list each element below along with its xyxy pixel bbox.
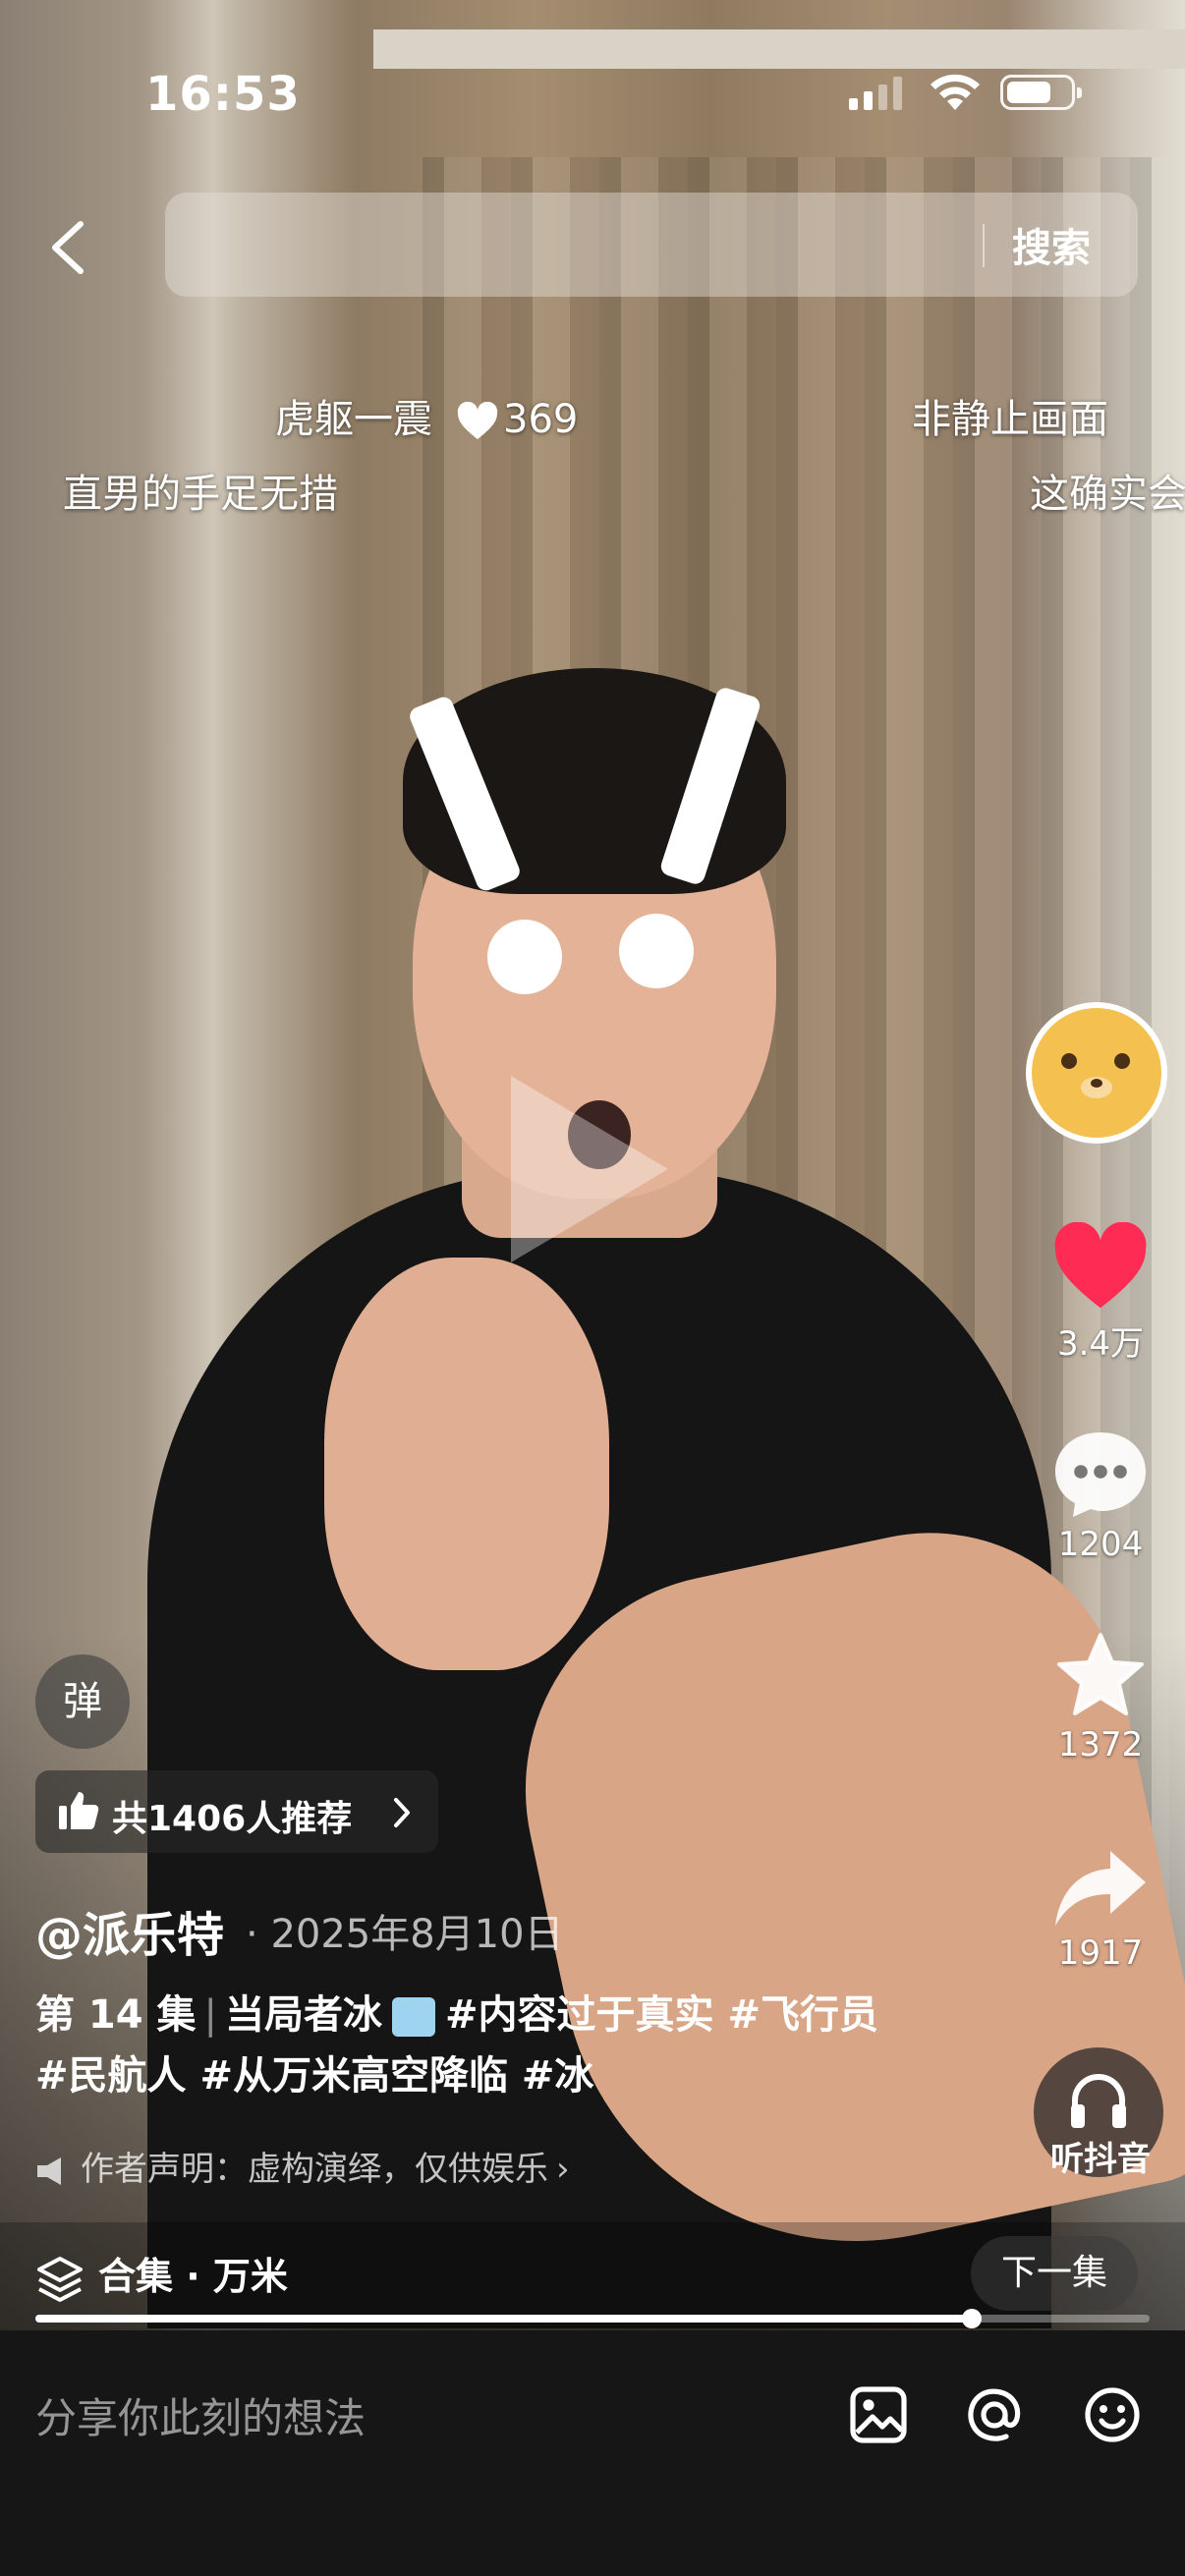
avatar-bear-face — [1032, 1008, 1161, 1138]
progress-fill — [35, 2315, 972, 2323]
like-button[interactable]: 3.4万 — [1022, 1221, 1179, 1365]
wifi-icon — [931, 74, 980, 110]
thumbs-up-icon — [59, 1792, 99, 1829]
ice-cube-icon — [392, 1997, 435, 2037]
recommend-pill[interactable]: 共1406人推荐 — [35, 1770, 438, 1853]
danmaku-text: 虎躯一震 — [275, 397, 432, 442]
search-input[interactable] — [165, 193, 1138, 297]
favorite-count: 1372 — [1057, 1725, 1144, 1764]
chevron-right-icon — [394, 1798, 410, 1827]
search-button[interactable]: 搜索 — [1012, 216, 1091, 273]
author-avatar[interactable] — [1026, 1002, 1167, 1144]
image-icon[interactable] — [849, 2385, 908, 2444]
comment-button[interactable]: 1204 — [1022, 1427, 1179, 1564]
post-date: · 2025年8月10日 — [246, 1912, 564, 1957]
recommend-text: 共1406人推荐 — [112, 1799, 353, 1839]
listen-label: 听抖音 — [1050, 2140, 1151, 2179]
author-declaration[interactable]: 作者声明：虚构演绎，仅供娱乐 › — [35, 2142, 570, 2190]
favorite-button[interactable]: 1372 — [1022, 1631, 1179, 1764]
comment-count: 1204 — [1057, 1525, 1144, 1564]
comment-bar — [0, 2330, 1185, 2576]
post-caption[interactable]: 第 14 集 | 当局者冰 #内容过于真实 #飞行员 #民航人 #从万米高空降临 #冰 — [35, 1985, 920, 2106]
author-name[interactable]: @派乐特 — [35, 1896, 224, 1965]
like-count: 3.4万 — [1056, 1324, 1145, 1364]
episode-label: 第 14 集 — [35, 1992, 197, 2038]
danmaku-comment: 非静止画面 — [912, 387, 1108, 444]
share-arrow-icon — [1055, 1851, 1146, 1926]
comment-icon — [1055, 1432, 1146, 1517]
status-time: 16:53 — [145, 67, 301, 122]
danmaku-comment: 这确实会 — [1030, 462, 1185, 519]
danmaku-text: 非静止画面 — [912, 397, 1108, 442]
video-frame[interactable] — [0, 0, 1185, 2330]
heart-icon — [457, 402, 498, 439]
danmaku-text: 这确实会 — [1030, 472, 1185, 517]
danmaku-toggle-button[interactable]: 弹 — [35, 1654, 130, 1749]
layers-icon — [37, 2256, 83, 2302]
headphones-icon — [1071, 2074, 1126, 2128]
search-divider — [983, 224, 985, 267]
declaration-text: 作者声明：虚构演绎，仅供娱乐 — [81, 2150, 548, 2189]
window-frame — [373, 29, 1185, 69]
share-button[interactable]: 1917 — [1022, 1847, 1179, 1973]
caption-separator: | — [203, 1992, 217, 2038]
megaphone-icon — [37, 2156, 61, 2185]
danmaku-comment: 虎躯一震 369 — [275, 387, 578, 444]
comment-input[interactable]: 分享你此刻的想法 — [35, 2385, 366, 2445]
heart-icon — [1054, 1221, 1147, 1309]
star-icon — [1057, 1633, 1144, 1715]
danmaku-comment: 直男的手足无措 — [63, 462, 338, 519]
signal-icon — [849, 77, 902, 110]
video-player-screen: 16:53 搜索 虎躯一震 369 直男的手足无措 非静止画面 这确实会 3.4… — [0, 0, 1185, 2576]
play-icon[interactable] — [511, 1076, 668, 1262]
danmaku-likes: 369 — [503, 397, 579, 442]
sticker-eye-right — [619, 914, 694, 988]
back-icon[interactable] — [45, 218, 88, 277]
progress-knob[interactable] — [961, 2309, 982, 2328]
chevron-right-icon: › — [556, 2150, 570, 2189]
collection-text: 合集 · 万米 — [98, 2255, 288, 2298]
share-count: 1917 — [1057, 1933, 1144, 1973]
at-mention-icon[interactable] — [965, 2385, 1024, 2444]
collection-label[interactable]: 合集 · 万米 — [35, 2246, 288, 2304]
emoji-icon[interactable] — [1083, 2385, 1142, 2444]
progress-bar[interactable] — [35, 2309, 1150, 2328]
person-hand — [324, 1258, 609, 1670]
sticker-eye-left — [487, 920, 562, 994]
battery-icon — [1000, 75, 1082, 110]
next-episode-button[interactable]: 下一集 — [971, 2236, 1138, 2311]
post-date-text: 2025年8月10日 — [270, 1912, 564, 1957]
danmaku-text: 直男的手足无措 — [63, 472, 338, 517]
episode-title: 当局者冰 — [225, 1992, 382, 2038]
